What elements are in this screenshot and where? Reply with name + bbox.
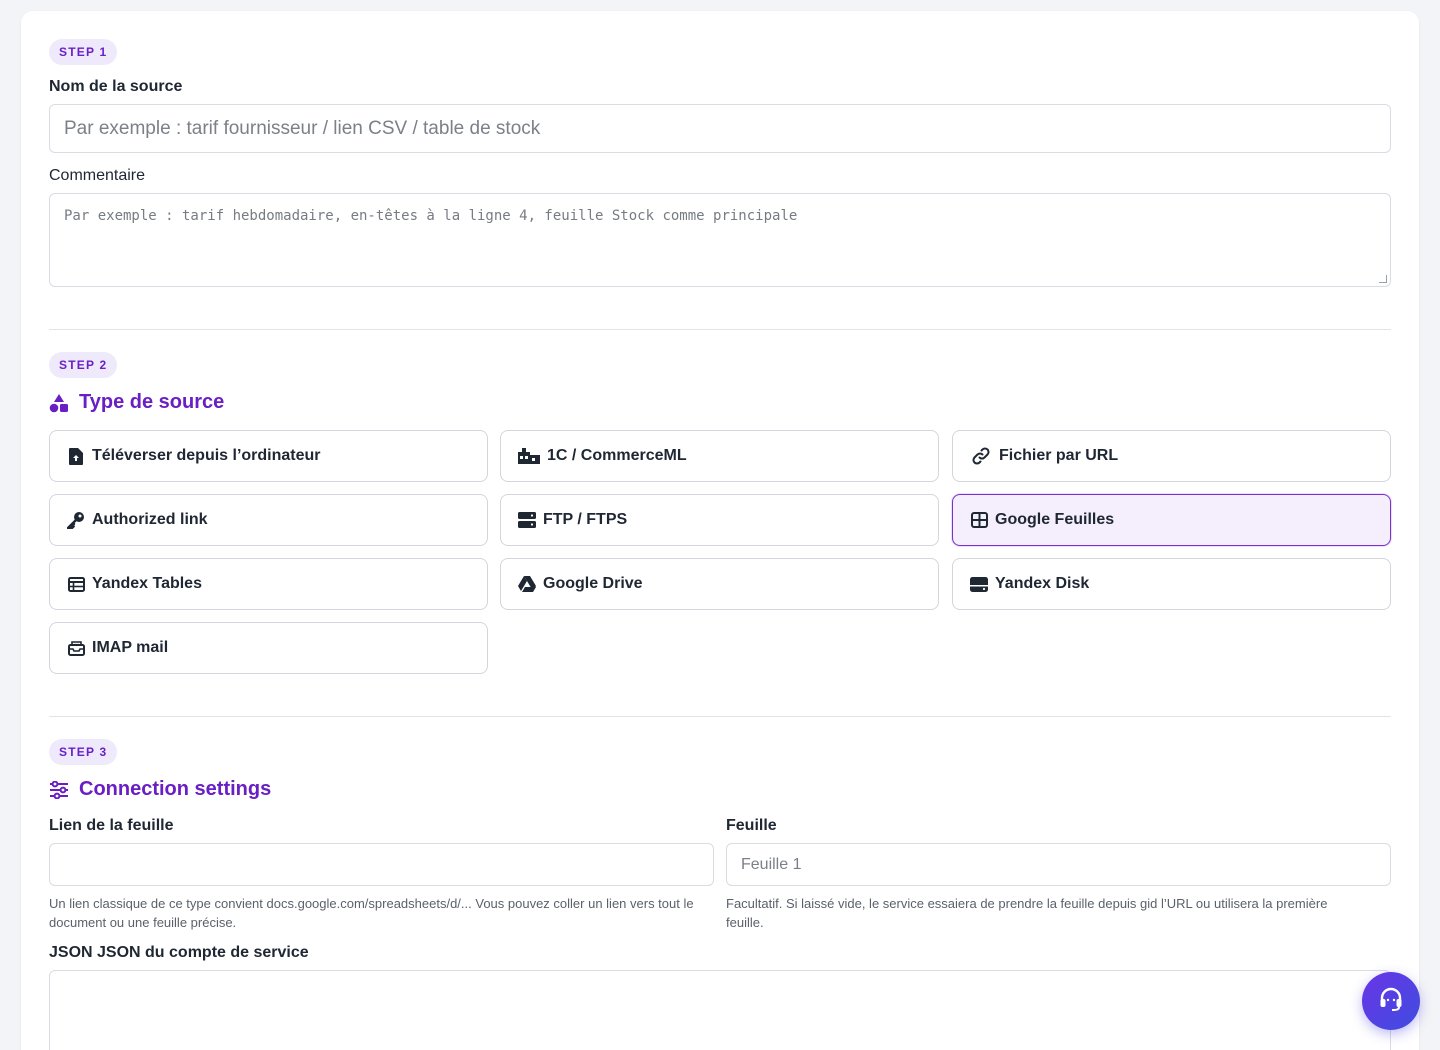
- source-option-label: Yandex Disk: [995, 575, 1090, 592]
- source-option-1c-commerceml[interactable]: 1C / CommerceML: [500, 430, 939, 482]
- resize-handle[interactable]: [1379, 275, 1387, 283]
- source-option-label: 1C / CommerceML: [547, 447, 687, 464]
- source-option-google-drive[interactable]: Google Drive: [500, 558, 939, 610]
- google-drive-icon: [517, 574, 537, 594]
- source-type-title: Type de source: [79, 391, 225, 413]
- comment-label: Commentaire: [49, 167, 146, 184]
- source-option-authorized-link[interactable]: Authorized link: [49, 494, 488, 546]
- step-2-badge: STEP 2: [49, 352, 118, 378]
- source-option-yandex-disk[interactable]: Yandex Disk: [952, 558, 1391, 610]
- source-option-upload[interactable]: Téléverser depuis l’ordinateur: [49, 430, 488, 482]
- source-option-label: FTP / FTPS: [543, 511, 628, 528]
- support-chat-button[interactable]: [1362, 972, 1420, 1030]
- source-option-ftp[interactable]: FTP / FTPS: [500, 494, 939, 546]
- file-upload-icon: [66, 446, 86, 466]
- source-name-label: Nom de la source: [49, 78, 183, 95]
- sheet-link-help: Un lien classique de ce type convient do…: [49, 896, 694, 930]
- source-option-label: Authorized link: [92, 511, 208, 528]
- link-icon: [969, 446, 993, 466]
- hard-drive-icon: [969, 574, 989, 594]
- sliders-icon: [49, 780, 69, 799]
- warehouse-icon: [517, 446, 541, 466]
- source-option-label: Google Drive: [543, 575, 643, 592]
- source-option-label: Téléverser depuis l’ordinateur: [92, 447, 321, 464]
- step-1-badge: STEP 1: [49, 39, 118, 65]
- sheet-link-input[interactable]: [49, 843, 714, 886]
- source-option-label: Fichier par URL: [999, 447, 1119, 464]
- divider: [49, 329, 1391, 330]
- source-type-heading: Type de source: [49, 391, 224, 414]
- key-icon: [66, 510, 86, 530]
- connection-settings-heading: Connection settings: [49, 778, 271, 801]
- form-card: STEP 1 Nom de la source Par exemple : ta…: [21, 11, 1419, 1050]
- mail-inbox-icon: [66, 638, 86, 658]
- sheet-placeholder: Feuille 1: [741, 855, 802, 873]
- comment-textarea[interactable]: Par exemple : tarif hebdomadaire, en-têt…: [49, 193, 1391, 287]
- source-name-placeholder: Par exemple : tarif fournisseur / lien C…: [64, 117, 541, 139]
- service-account-json-label: JSON JSON du compte de service: [49, 944, 309, 961]
- service-account-json-textarea[interactable]: [49, 970, 1391, 1050]
- connection-settings-title: Connection settings: [79, 778, 272, 800]
- step-3-badge: STEP 3: [49, 739, 118, 765]
- server-icon: [517, 510, 537, 530]
- source-name-input[interactable]: Par exemple : tarif fournisseur / lien C…: [49, 104, 1391, 153]
- source-option-label: Yandex Tables: [92, 575, 202, 592]
- sheet-label: Feuille: [726, 817, 777, 834]
- source-option-label: IMAP mail: [92, 639, 169, 656]
- headset-icon: [1378, 986, 1404, 1017]
- source-option-yandex-tables[interactable]: Yandex Tables: [49, 558, 488, 610]
- sheet-link-label: Lien de la feuille: [49, 817, 174, 834]
- table-list-icon: [66, 574, 86, 594]
- sheet-help: Facultatif. Si laissé vide, le service e…: [726, 896, 1328, 930]
- source-option-google-sheets[interactable]: Google Feuilles: [952, 494, 1391, 546]
- shapes-icon: [49, 393, 69, 413]
- table-grid-icon: [969, 510, 989, 530]
- source-option-url[interactable]: Fichier par URL: [952, 430, 1391, 482]
- comment-placeholder: Par exemple : tarif hebdomadaire, en-têt…: [64, 208, 798, 224]
- source-option-label: Google Feuilles: [995, 511, 1115, 528]
- sheet-input[interactable]: Feuille 1: [726, 843, 1391, 886]
- source-option-imap[interactable]: IMAP mail: [49, 622, 488, 674]
- divider: [49, 716, 1391, 717]
